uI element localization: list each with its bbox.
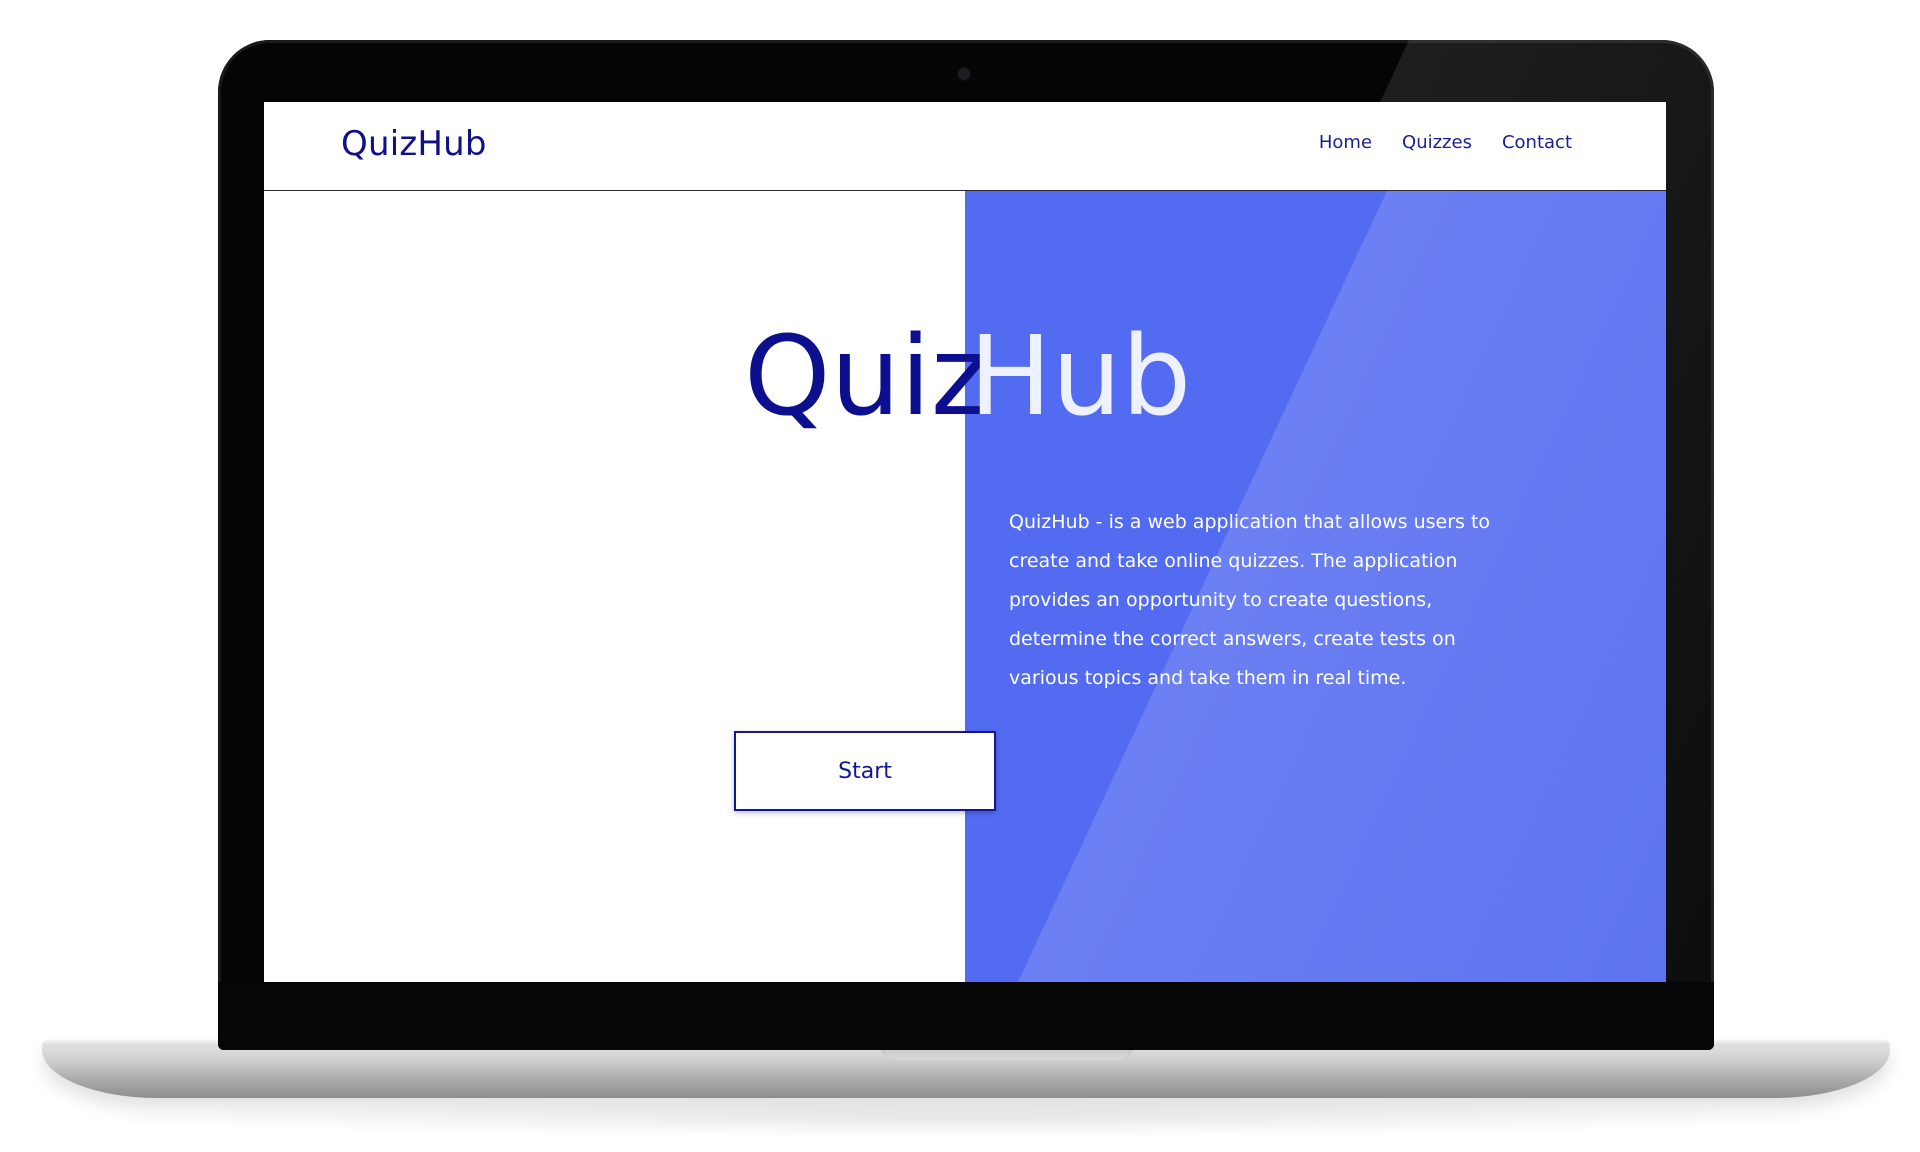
hero-description: QuizHub - is a web application that allo… <box>1009 511 1491 689</box>
laptop-screen: QuizHub Home Quizzes Contact Quiz Hub Qu… <box>264 102 1666 982</box>
start-button[interactable]: Start <box>734 731 996 811</box>
nav-link-quizzes[interactable]: Quizzes <box>1402 132 1472 153</box>
top-navbar: QuizHub Home Quizzes Contact <box>264 102 1666 191</box>
hero-title: Quiz Hub <box>264 311 1666 441</box>
hero-title-hub: Hub <box>969 312 1192 440</box>
nav-link-contact[interactable]: Contact <box>1502 132 1572 153</box>
hero-title-quiz: Quiz <box>744 312 989 440</box>
nav-link-home[interactable]: Home <box>1319 132 1372 153</box>
brand-logo[interactable]: QuizHub <box>341 124 487 164</box>
hero-section: Quiz Hub QuizHub - is a web application … <box>264 191 1666 982</box>
nav-links: Home Quizzes Contact <box>1319 132 1572 153</box>
laptop-chin <box>218 982 1714 1050</box>
laptop-mockup: QuizHub Home Quizzes Contact Quiz Hub Qu… <box>0 0 1920 1152</box>
hero-left-panel <box>264 191 965 982</box>
webcam-icon <box>958 68 970 80</box>
laptop-shadow <box>60 1098 1870 1138</box>
